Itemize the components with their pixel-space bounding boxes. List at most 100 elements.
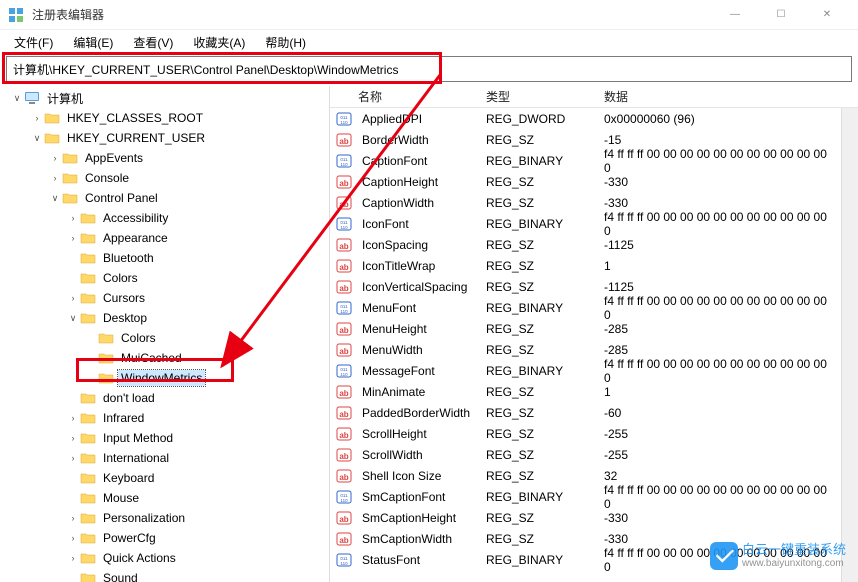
computer-icon xyxy=(24,91,40,105)
value-name: SmCaptionHeight xyxy=(356,511,480,525)
value-name: IconVerticalSpacing xyxy=(356,280,480,294)
list-row[interactable]: 011110CaptionFontREG_BINARYf4 ff ff ff 0… xyxy=(330,150,841,171)
list-row[interactable]: 011110IconFontREG_BINARYf4 ff ff ff 00 0… xyxy=(330,213,841,234)
folder-icon xyxy=(80,431,96,445)
tree-item-cursors[interactable]: ›Cursors xyxy=(0,288,329,308)
tree-item-windowmetrics[interactable]: ›WindowMetrics xyxy=(0,368,329,388)
tree-item-international[interactable]: ›International xyxy=(0,448,329,468)
list-row[interactable]: abSmCaptionHeightREG_SZ-330 xyxy=(330,507,841,528)
tree-item-accessibility[interactable]: ›Accessibility xyxy=(0,208,329,228)
value-data: -60 xyxy=(598,406,841,420)
string-value-icon: ab xyxy=(336,468,352,484)
watermark-logo-icon xyxy=(710,542,738,570)
tree-item-hkcu[interactable]: ∨HKEY_CURRENT_USER xyxy=(0,128,329,148)
value-name: MenuHeight xyxy=(356,322,480,336)
value-name: IconSpacing xyxy=(356,238,480,252)
folder-icon xyxy=(80,531,96,545)
list-row[interactable]: abCaptionHeightREG_SZ-330 xyxy=(330,171,841,192)
minimize-button[interactable]: — xyxy=(712,0,758,30)
folder-icon xyxy=(80,491,96,505)
svg-text:ab: ab xyxy=(339,242,348,251)
list-row[interactable]: abScrollHeightREG_SZ-255 xyxy=(330,423,841,444)
value-type: REG_SZ xyxy=(480,343,598,357)
menu-help[interactable]: 帮助(H) xyxy=(257,32,314,53)
value-type: REG_BINARY xyxy=(480,364,598,378)
list-pane[interactable]: 名称 类型 数据 011110AppliedDPIREG_DWORD0x0000… xyxy=(330,86,858,582)
menu-favorites[interactable]: 收藏夹(A) xyxy=(185,32,253,53)
list-row[interactable]: abIconSpacingREG_SZ-1125 xyxy=(330,234,841,255)
tree-item-personalization[interactable]: ›Personalization xyxy=(0,508,329,528)
value-data: f4 ff ff ff 00 00 00 00 00 00 00 00 00 0… xyxy=(598,147,841,175)
folder-icon xyxy=(80,211,96,225)
tree-item-appearance[interactable]: ›Appearance xyxy=(0,228,329,248)
value-data: -1125 xyxy=(598,280,841,294)
tree-item-sound[interactable]: ›Sound xyxy=(0,568,329,582)
tree-item-computer[interactable]: ∨计算机 xyxy=(0,88,329,108)
value-type: REG_SZ xyxy=(480,469,598,483)
list-row[interactable]: abMinAnimateREG_SZ1 xyxy=(330,381,841,402)
string-value-icon: ab xyxy=(336,405,352,421)
column-type[interactable]: 类型 xyxy=(480,88,598,105)
menu-file[interactable]: 文件(F) xyxy=(6,32,61,53)
tree-item-hkcr[interactable]: ›HKEY_CLASSES_ROOT xyxy=(0,108,329,128)
svg-text:ab: ab xyxy=(339,200,348,209)
svg-text:ab: ab xyxy=(339,347,348,356)
value-type: REG_BINARY xyxy=(480,301,598,315)
tree-item-powercfg[interactable]: ›PowerCfg xyxy=(0,528,329,548)
svg-text:110: 110 xyxy=(340,498,348,503)
value-type: REG_SZ xyxy=(480,280,598,294)
value-name: PaddedBorderWidth xyxy=(356,406,480,420)
menu-view[interactable]: 查看(V) xyxy=(125,32,181,53)
list-row[interactable]: abMenuHeightREG_SZ-285 xyxy=(330,318,841,339)
value-type: REG_SZ xyxy=(480,259,598,273)
svg-text:ab: ab xyxy=(339,473,348,482)
folder-icon xyxy=(80,551,96,565)
value-type: REG_SZ xyxy=(480,238,598,252)
value-name: CaptionWidth xyxy=(356,196,480,210)
tree-item-inputmethod[interactable]: ›Input Method xyxy=(0,428,329,448)
tree-item-quickactions[interactable]: ›Quick Actions xyxy=(0,548,329,568)
list-row[interactable]: abScrollWidthREG_SZ-255 xyxy=(330,444,841,465)
tree-item-muicached[interactable]: ›MuiCached xyxy=(0,348,329,368)
tree-pane[interactable]: ∨计算机 ›HKEY_CLASSES_ROOT ∨HKEY_CURRENT_US… xyxy=(0,86,330,582)
list-row[interactable]: abPaddedBorderWidthREG_SZ-60 xyxy=(330,402,841,423)
tree-item-controlpanel[interactable]: ∨Control Panel xyxy=(0,188,329,208)
tree-item-bluetooth[interactable]: ›Bluetooth xyxy=(0,248,329,268)
close-button[interactable]: ✕ xyxy=(804,0,850,30)
tree-item-infrared[interactable]: ›Infrared xyxy=(0,408,329,428)
tree-item-appevents[interactable]: ›AppEvents xyxy=(0,148,329,168)
tree-item-mouse[interactable]: ›Mouse xyxy=(0,488,329,508)
svg-text:110: 110 xyxy=(340,120,348,125)
value-type: REG_BINARY xyxy=(480,553,598,567)
list-row[interactable]: 011110SmCaptionFontREG_BINARYf4 ff ff ff… xyxy=(330,486,841,507)
maximize-button[interactable]: ☐ xyxy=(758,0,804,30)
folder-icon xyxy=(62,171,78,185)
value-data: 1 xyxy=(598,385,841,399)
column-name[interactable]: 名称 xyxy=(330,88,480,105)
tree-item-colors[interactable]: ›Colors xyxy=(0,268,329,288)
value-name: CaptionFont xyxy=(356,154,480,168)
scrollbar[interactable] xyxy=(841,108,858,582)
address-input[interactable] xyxy=(6,56,852,82)
folder-icon xyxy=(80,511,96,525)
string-value-icon: ab xyxy=(336,384,352,400)
menu-edit[interactable]: 编辑(E) xyxy=(65,32,121,53)
column-data[interactable]: 数据 xyxy=(598,88,858,105)
tree-item-desktop[interactable]: ∨Desktop xyxy=(0,308,329,328)
tree-item-dontload[interactable]: ›don't load xyxy=(0,388,329,408)
tree-item-desktop-colors[interactable]: ›Colors xyxy=(0,328,329,348)
value-data: 1 xyxy=(598,259,841,273)
svg-text:ab: ab xyxy=(339,326,348,335)
list-row[interactable]: 011110AppliedDPIREG_DWORD0x00000060 (96) xyxy=(330,108,841,129)
list-row[interactable]: 011110MessageFontREG_BINARYf4 ff ff ff 0… xyxy=(330,360,841,381)
svg-text:ab: ab xyxy=(339,515,348,524)
list-row[interactable]: 011110MenuFontREG_BINARYf4 ff ff ff 00 0… xyxy=(330,297,841,318)
string-value-icon: ab xyxy=(336,258,352,274)
tree-item-console[interactable]: ›Console xyxy=(0,168,329,188)
folder-icon xyxy=(80,291,96,305)
list-row[interactable]: abIconTitleWrapREG_SZ1 xyxy=(330,255,841,276)
tree-item-keyboard[interactable]: ›Keyboard xyxy=(0,468,329,488)
folder-icon xyxy=(80,471,96,485)
value-name: SmCaptionFont xyxy=(356,490,480,504)
folder-icon xyxy=(80,451,96,465)
